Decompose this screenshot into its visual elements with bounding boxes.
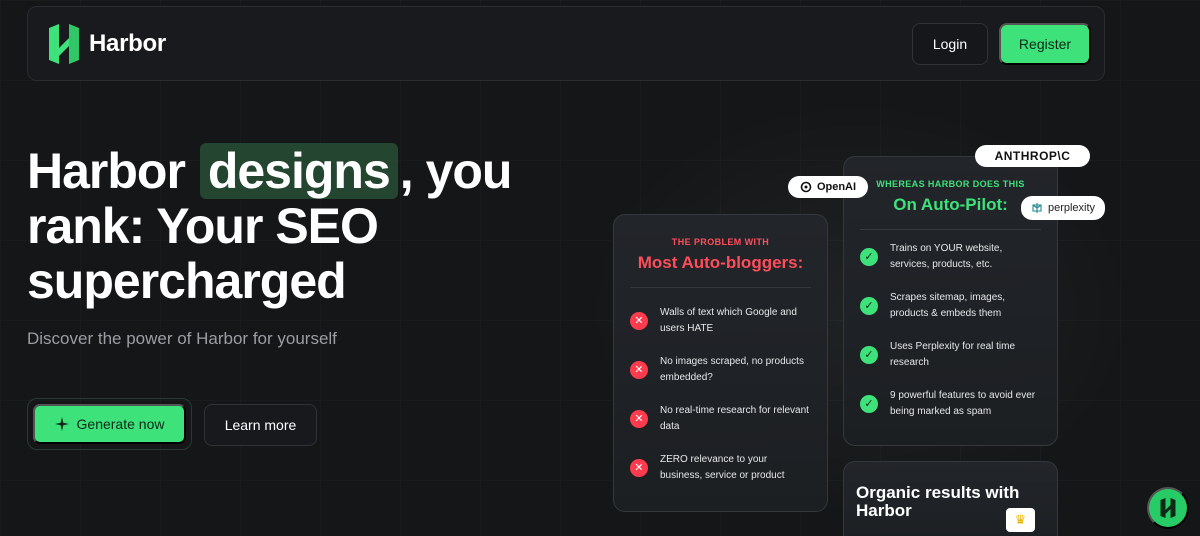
perplexity-badge: perplexity [1021, 196, 1105, 220]
list-item-text: 9 powerful features to avoid ever being … [890, 389, 1036, 417]
problem-divider [630, 287, 811, 288]
list-item-text: No images scraped, no products embedded? [660, 355, 804, 383]
generate-now-button[interactable]: Generate now [33, 404, 186, 444]
list-item-text: ZERO relevance to your business, service… [660, 453, 785, 481]
check-icon: ✓ [860, 247, 878, 266]
hero-title-prefix: Harbor [27, 143, 186, 199]
register-button[interactable]: Register [999, 23, 1091, 65]
list-item-text: Scrapes sitemap, images, products & embe… [890, 291, 1006, 319]
hero-title-highlight: designs [199, 143, 398, 199]
learn-more-button[interactable]: Learn more [204, 404, 317, 446]
navbar: Harbor Login Register [27, 6, 1105, 81]
list-item: ✕ ZERO relevance to your business, servic… [630, 443, 811, 492]
list-item-text: No real-time research for relevant data [660, 404, 809, 432]
list-item: ✓ Uses Perplexity for real time research [860, 330, 1041, 379]
brand-name: Harbor [89, 30, 166, 57]
crown-icon: ♛ [1006, 508, 1035, 532]
list-item: ✓ Trains on YOUR website, services, produ… [860, 232, 1041, 281]
check-icon: ✓ [860, 296, 878, 315]
chat-widget-button[interactable] [1147, 487, 1189, 529]
problem-kicker: THE PROBLEM WITH [671, 237, 770, 247]
login-button[interactable]: Login [912, 23, 988, 65]
list-item: ✕ No real-time research for relevant data [630, 394, 811, 443]
problem-card: THE PROBLEM WITH Most Auto-bloggers: ✕ Wa… [613, 214, 828, 512]
openai-icon [800, 181, 812, 193]
hero-title: Harbor designs, you rank: Your SEO super… [27, 143, 587, 309]
close-icon: ✕ [630, 458, 648, 477]
harbor-list: ✓ Trains on YOUR website, services, produ… [844, 232, 1057, 428]
anthropic-badge: ANTHROP\C [975, 145, 1090, 167]
list-item-text: Uses Perplexity for real time research [890, 340, 1016, 368]
hero-subtitle: Discover the power of Harbor for yoursel… [27, 329, 337, 348]
close-icon: ✕ [630, 360, 648, 379]
generate-button-frame: Generate now [27, 398, 192, 450]
list-item: ✓ Scrapes sitemap, images, products & emb… [860, 281, 1041, 330]
brand-logo[interactable]: Harbor [47, 24, 166, 64]
perplexity-label: perplexity [1047, 202, 1096, 214]
close-icon: ✕ [630, 311, 648, 330]
check-icon: ✓ [860, 345, 878, 364]
check-icon: ✓ [860, 394, 878, 413]
list-item: ✕ Walls of text which Google and users HA… [630, 296, 811, 345]
list-item-text: Walls of text which Google and users HAT… [660, 306, 797, 334]
sparkle-icon [54, 417, 69, 431]
harbor-logo-icon [49, 24, 79, 64]
problem-list: ✕ Walls of text which Google and users HA… [614, 296, 827, 492]
openai-badge: OpenAI [788, 176, 868, 198]
list-item-text: Trains on YOUR website, services, produc… [890, 242, 1003, 270]
perplexity-icon [1032, 203, 1042, 213]
close-icon: ✕ [630, 409, 648, 428]
harbor-kicker: WHEREAS HARBOR DOES THIS [876, 179, 1025, 189]
harbor-logo-icon [1160, 498, 1176, 518]
list-item: ✕ No images scraped, no products embedded… [630, 345, 811, 394]
generate-now-label: Generate now [76, 416, 165, 432]
harbor-divider [860, 229, 1041, 230]
openai-label: OpenAI [816, 181, 857, 193]
list-item: ✓ 9 powerful features to avoid ever being… [860, 379, 1041, 428]
problem-title: Most Auto-bloggers: [637, 253, 804, 272]
